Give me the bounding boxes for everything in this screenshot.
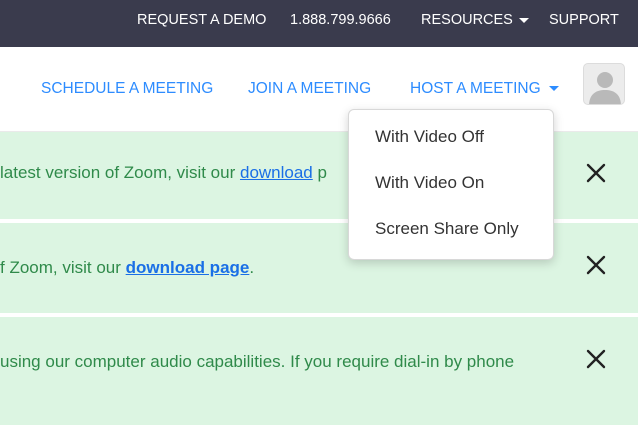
close-icon[interactable] (585, 348, 607, 370)
banner-text-end: . (249, 258, 255, 277)
request-demo-link[interactable]: REQUEST A DEMO (137, 0, 266, 40)
menu-item-screen-share[interactable]: Screen Share Only (375, 219, 519, 239)
banner-text-end: p (312, 163, 327, 182)
menu-item-video-off[interactable]: With Video Off (375, 127, 484, 147)
banner-text: f Zoom, visit our (0, 258, 126, 277)
phone-number-link[interactable]: 1.888.799.9666 (290, 0, 391, 40)
banner-message: latest version of Zoom, visit our downlo… (0, 163, 327, 183)
host-meeting-dropdown: With Video Off With Video On Screen Shar… (348, 109, 554, 260)
banner-text: latest version of Zoom, visit our (0, 163, 240, 182)
download-link[interactable]: download (240, 163, 313, 182)
support-link[interactable]: SUPPORT (549, 0, 619, 40)
notification-banner: using our computer audio capabilities. I… (0, 317, 638, 425)
host-meeting-label: HOST A MEETING (410, 80, 541, 97)
avatar[interactable] (583, 63, 625, 105)
top-utility-bar: REQUEST A DEMO 1.888.799.9666 RESOURCES … (0, 0, 638, 47)
resources-label: RESOURCES (421, 12, 513, 28)
resources-menu[interactable]: RESOURCES (421, 0, 529, 40)
download-page-link[interactable]: download page (126, 258, 250, 277)
close-icon[interactable] (585, 254, 607, 276)
banner-message: f Zoom, visit our download page. (0, 258, 254, 278)
chevron-down-icon (518, 17, 529, 23)
banner-message: using our computer audio capabilities. I… (0, 352, 515, 371)
chevron-down-icon (548, 86, 559, 92)
user-avatar-icon (589, 72, 621, 104)
schedule-meeting-link[interactable]: SCHEDULE A MEETING (41, 47, 213, 131)
menu-item-video-on[interactable]: With Video On (375, 173, 484, 193)
close-icon[interactable] (585, 162, 607, 184)
